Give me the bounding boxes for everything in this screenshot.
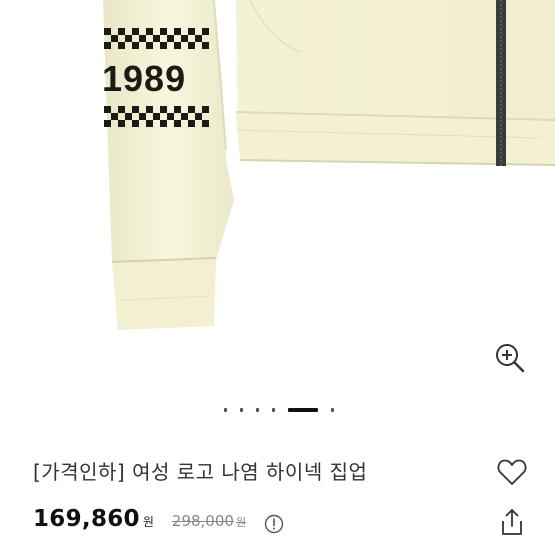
checker-square	[125, 35, 132, 42]
checker-square	[167, 35, 174, 42]
product-image[interactable]: 1989	[0, 0, 555, 390]
checker-square	[181, 113, 188, 120]
checker-square	[111, 113, 118, 120]
info-circle-icon	[264, 514, 284, 534]
sale-price: 169,860	[33, 506, 140, 532]
sleeve-print-text: 1989	[102, 58, 186, 99]
checker-square	[160, 120, 167, 127]
checker-square	[174, 106, 181, 113]
checker-square	[167, 113, 174, 120]
pager-dot[interactable]	[256, 408, 259, 412]
checker-square	[188, 120, 195, 127]
checker-square	[174, 120, 181, 127]
checker-square	[202, 120, 209, 127]
original-price: 298,000	[171, 512, 234, 530]
pager-dot-active[interactable]	[288, 408, 318, 412]
wishlist-button[interactable]	[496, 457, 528, 487]
checker-square	[139, 113, 146, 120]
checker-square	[118, 120, 125, 127]
product-title: [가격인하] 여성 로고 나염 하이넥 집업	[33, 460, 368, 484]
sale-price-unit: 원	[142, 515, 154, 529]
original-price-unit: 원	[235, 516, 247, 529]
share-button[interactable]	[498, 507, 526, 537]
price-info-button[interactable]	[264, 514, 284, 534]
checker-square	[132, 120, 139, 127]
checker-square	[160, 42, 167, 49]
checker-square	[160, 28, 167, 35]
checker-square	[118, 42, 125, 49]
checker-square	[188, 28, 195, 35]
checker-square	[195, 113, 202, 120]
pager-dot[interactable]	[224, 408, 227, 412]
checker-square	[202, 106, 209, 113]
gallery-pager[interactable]	[0, 408, 555, 414]
pager-dot[interactable]	[331, 408, 334, 412]
checker-square	[111, 35, 118, 42]
checker-square	[132, 106, 139, 113]
checker-square	[132, 28, 139, 35]
checker-square	[146, 120, 153, 127]
checker-square	[146, 42, 153, 49]
checker-square	[104, 42, 111, 49]
checker-square	[188, 106, 195, 113]
checker-square	[202, 42, 209, 49]
checker-square	[195, 35, 202, 42]
heart-icon	[497, 459, 527, 485]
jacket-photo: 1989	[102, 0, 555, 330]
checker-square	[118, 28, 125, 35]
pager-dot[interactable]	[272, 408, 275, 412]
checker-square	[153, 35, 160, 42]
pager-dot[interactable]	[240, 408, 243, 412]
checker-square	[139, 35, 146, 42]
checker-square	[174, 42, 181, 49]
checker-square	[174, 28, 181, 35]
checker-square	[160, 106, 167, 113]
price-row: 169,860 원 298,000 원	[33, 506, 246, 540]
checker-square	[181, 35, 188, 42]
checker-square	[132, 42, 139, 49]
zoom-in-icon	[496, 344, 525, 373]
checker-square	[104, 28, 111, 35]
checker-square	[104, 106, 111, 113]
checker-square	[202, 28, 209, 35]
checker-square	[146, 28, 153, 35]
checker-square	[118, 106, 125, 113]
checker-square	[104, 120, 111, 127]
zoom-button[interactable]	[492, 340, 528, 376]
share-icon	[502, 509, 522, 535]
checker-square	[125, 113, 132, 120]
checker-square	[153, 113, 160, 120]
checker-square	[146, 106, 153, 113]
checker-square	[188, 42, 195, 49]
